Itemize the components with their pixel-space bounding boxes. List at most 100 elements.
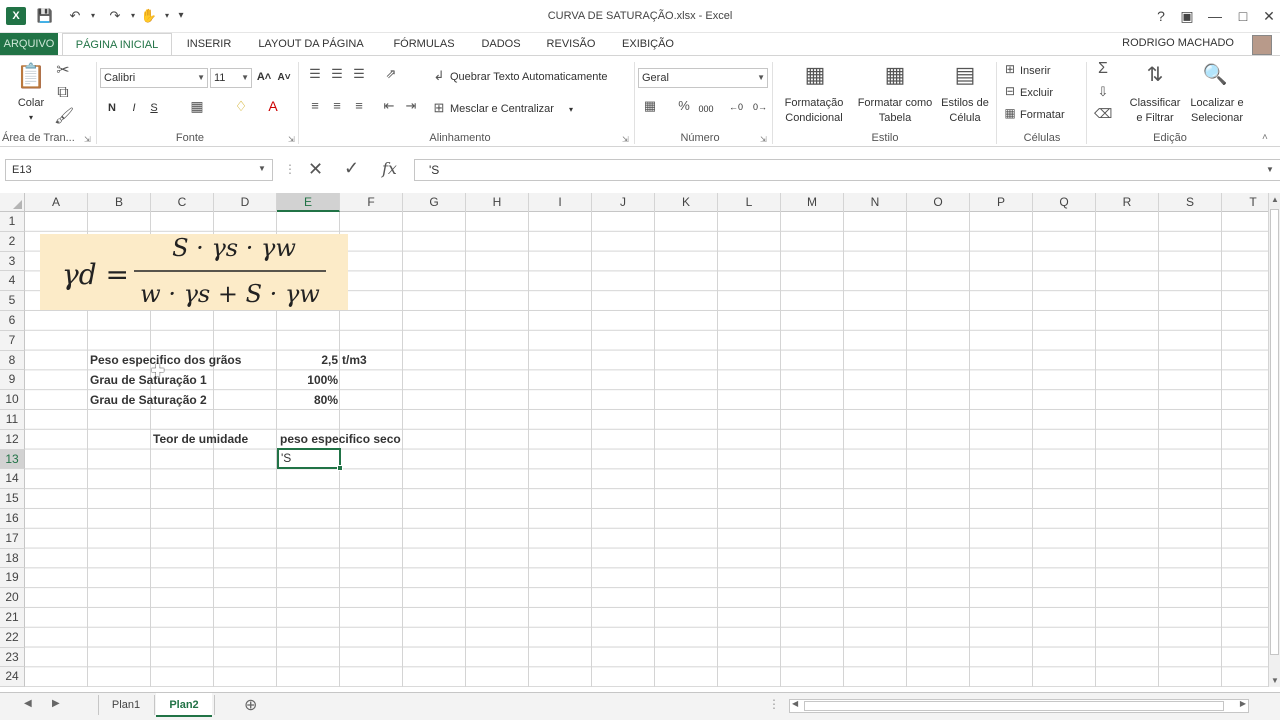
font-color-icon[interactable]: A — [262, 98, 284, 114]
expand-formula-bar-icon[interactable]: ▼ — [1266, 165, 1274, 174]
cell-e12[interactable]: peso especifico seco — [280, 429, 401, 449]
increase-indent-icon[interactable]: ⇥ — [402, 98, 420, 114]
column-header-n[interactable]: N — [844, 193, 907, 212]
collapse-ribbon-icon[interactable]: ˄ — [1262, 132, 1268, 143]
row-header-22[interactable]: 22 — [0, 627, 25, 648]
row-header-9[interactable]: 9 — [0, 370, 25, 391]
increase-decimal-icon[interactable]: ←0 — [726, 100, 746, 115]
copy-icon[interactable]: ⧉ — [54, 84, 72, 102]
cut-icon[interactable]: ✂ — [54, 60, 72, 80]
new-sheet-icon[interactable]: ⊕ — [244, 695, 257, 715]
grow-font-icon[interactable]: A˄ — [256, 70, 272, 85]
align-bottom-icon[interactable]: ☰ — [350, 66, 368, 82]
row-header-1[interactable]: 1 — [0, 212, 25, 232]
tab-revisao[interactable]: REVISÃO — [538, 33, 604, 55]
row-header-6[interactable]: 6 — [0, 311, 25, 331]
column-header-s[interactable]: S — [1159, 193, 1222, 212]
row-header-7[interactable]: 7 — [0, 330, 25, 351]
autosum-icon[interactable]: Σ — [1094, 60, 1112, 78]
decrease-indent-icon[interactable]: ⇤ — [380, 98, 398, 114]
cell-styles-button[interactable]: Estilos de Célula — [936, 96, 994, 126]
prev-sheet-icon[interactable]: ◀ — [24, 698, 32, 709]
column-header-i[interactable]: I — [529, 193, 592, 212]
maximize-icon[interactable]: □ — [1232, 6, 1254, 26]
percent-icon[interactable]: % — [674, 98, 694, 113]
row-header-14[interactable]: 14 — [0, 469, 25, 490]
confirm-entry-icon[interactable]: ✓ — [344, 158, 359, 179]
fill-icon[interactable]: ⇩ — [1094, 84, 1112, 100]
formula-image[interactable]: γd = S · γs · γw w · γs + S · γw — [40, 234, 348, 310]
format-cells-button[interactable]: Formatar — [1020, 108, 1080, 123]
column-header-d[interactable]: D — [214, 193, 277, 212]
shrink-font-icon[interactable]: A˅ — [276, 70, 292, 85]
vertical-scrollbar[interactable]: ▲ ▼ — [1268, 193, 1280, 687]
fill-color-icon[interactable]: ♢ — [230, 98, 252, 115]
cell-e13-editor[interactable]: 'S — [279, 450, 339, 467]
tab-inserir[interactable]: INSERIR — [178, 33, 240, 55]
cell-b9[interactable]: Grau de Saturação 1 — [90, 370, 207, 390]
column-header-l[interactable]: L — [718, 193, 781, 212]
scroll-left-icon[interactable]: ◀ — [792, 699, 798, 708]
scroll-down-icon[interactable]: ▼ — [1271, 676, 1279, 685]
borders-icon[interactable]: ▦ — [186, 98, 208, 115]
vertical-scroll-thumb[interactable] — [1270, 209, 1279, 655]
help-icon[interactable]: ? — [1150, 6, 1172, 26]
row-header-10[interactable]: 10 — [0, 390, 25, 410]
tab-arquivo[interactable]: ARQUIVO — [0, 33, 58, 55]
insert-cells-button[interactable]: Inserir — [1020, 64, 1080, 79]
user-name[interactable]: RODRIGO MACHADO — [1122, 37, 1234, 49]
row-header-17[interactable]: 17 — [0, 528, 25, 549]
row-header-8[interactable]: 8 — [0, 350, 25, 371]
merge-dropdown-icon[interactable]: ▾ — [566, 102, 576, 117]
cell-b8[interactable]: Peso especifico dos grãos — [90, 350, 241, 370]
column-header-m[interactable]: M — [781, 193, 844, 212]
tab-pagina-inicial[interactable]: PÁGINA INICIAL — [62, 33, 172, 55]
column-header-a[interactable]: A — [25, 193, 88, 212]
tab-formulas[interactable]: FÓRMULAS — [384, 33, 464, 55]
select-all-corner[interactable] — [0, 193, 25, 212]
sheet-tab-plan1[interactable]: Plan1 — [100, 693, 152, 717]
column-header-o[interactable]: O — [907, 193, 970, 212]
minimize-icon[interactable]: — — [1204, 6, 1226, 26]
row-header-15[interactable]: 15 — [0, 489, 25, 509]
column-header-g[interactable]: G — [403, 193, 466, 212]
insert-function-icon[interactable]: fx — [382, 159, 397, 178]
font-name-combo[interactable]: Calibri ▼ — [100, 68, 208, 88]
column-header-h[interactable]: H — [466, 193, 529, 212]
cell-e8[interactable]: 2,5 — [278, 350, 338, 370]
tab-exibicao[interactable]: EXIBIÇÃO — [614, 33, 682, 55]
clipboard-launcher-icon[interactable]: ⇲ — [84, 135, 91, 144]
row-header-2[interactable]: 2 — [0, 231, 25, 252]
orientation-icon[interactable]: ⇗ — [380, 66, 402, 82]
formula-input[interactable]: 'S — [414, 159, 1280, 181]
scroll-up-icon[interactable]: ▲ — [1271, 195, 1279, 204]
delete-cells-button[interactable]: Excluir — [1020, 86, 1080, 101]
align-center-icon[interactable]: ≡ — [328, 98, 346, 113]
next-sheet-icon[interactable]: ▶ — [52, 698, 60, 709]
column-header-k[interactable]: K — [655, 193, 718, 212]
cell-e9[interactable]: 100% — [278, 370, 338, 390]
number-format-combo[interactable]: Geral ▼ — [638, 68, 768, 88]
number-launcher-icon[interactable]: ⇲ — [760, 135, 767, 144]
comma-style-icon[interactable]: 000 — [696, 102, 716, 117]
conditional-formatting-button[interactable]: Formatação Condicional — [776, 96, 852, 126]
horizontal-scrollbar[interactable]: ◀ ▶ — [789, 699, 1249, 713]
underline-button[interactable]: S — [146, 101, 162, 116]
format-as-table-button[interactable]: Formatar como Tabela — [852, 96, 938, 126]
column-header-c[interactable]: C — [151, 193, 214, 212]
column-header-j[interactable]: J — [592, 193, 655, 212]
row-header-24[interactable]: 24 — [0, 667, 25, 688]
column-header-r[interactable]: R — [1096, 193, 1159, 212]
active-cell-e13[interactable]: 'S — [277, 448, 343, 471]
sheet-tab-plan2[interactable]: Plan2 — [156, 693, 212, 717]
format-painter-icon[interactable]: 🖌 — [54, 106, 74, 126]
name-box-dropdown-icon[interactable]: ▼ — [258, 164, 266, 173]
fill-handle[interactable] — [337, 465, 343, 471]
column-header-f[interactable]: F — [340, 193, 403, 212]
column-header-p[interactable]: P — [970, 193, 1033, 212]
avatar[interactable] — [1252, 35, 1272, 55]
accounting-format-icon[interactable]: ▦ — [640, 98, 660, 114]
align-middle-icon[interactable]: ☰ — [328, 66, 346, 82]
horizontal-scroll-thumb[interactable] — [804, 701, 1224, 711]
alignment-launcher-icon[interactable]: ⇲ — [622, 135, 629, 144]
